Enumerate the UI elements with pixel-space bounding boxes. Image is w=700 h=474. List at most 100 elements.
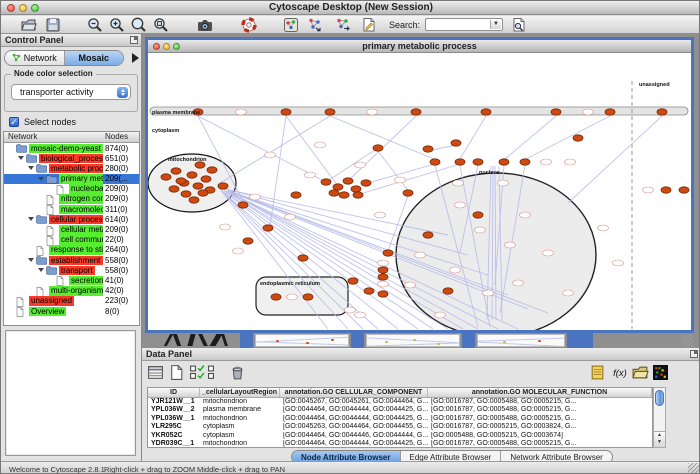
graph-node[interactable] xyxy=(520,159,530,165)
tree-row-multi-organism-pro[interactable]: multi-organism pro42(0) xyxy=(4,286,139,296)
create-network-icon[interactable] xyxy=(307,17,323,33)
tree-row-macromolecule[interactable]: macromolecule311(0) xyxy=(4,204,139,214)
graph-node[interactable] xyxy=(181,191,191,197)
graph-node[interactable] xyxy=(339,192,349,198)
graph-node[interactable] xyxy=(201,176,211,182)
select-nodes-checkbox[interactable]: ✓ Select nodes xyxy=(9,117,76,127)
graph-node[interactable] xyxy=(321,179,331,185)
attribute-table-header[interactable]: ID_cellularLayoutRegionannotation.GO CEL… xyxy=(148,388,652,398)
graph-node[interactable] xyxy=(189,197,199,203)
delete-attr-icon[interactable] xyxy=(229,364,246,381)
graph-node[interactable] xyxy=(481,109,491,115)
graph-node[interactable] xyxy=(333,184,343,190)
network-canvas[interactable]: plasma membranecytoplasmmitochondrionnuc… xyxy=(148,53,691,330)
tab-mosaic[interactable]: Mosaic xyxy=(64,51,124,65)
zoom-fit-icon[interactable] xyxy=(153,17,169,33)
chevron-down-icon[interactable]: ▼ xyxy=(490,20,501,29)
table-row[interactable]: YPL036W__1mitochondrion[GO:0044464, GO:0… xyxy=(148,415,652,423)
column-header-2[interactable]: annotation.GO CELLULAR_COMPONENT xyxy=(280,388,428,397)
scrollbar-thumb[interactable] xyxy=(655,390,664,406)
unselect-attrs-icon[interactable] xyxy=(207,364,224,381)
snapshot-icon[interactable] xyxy=(197,17,213,33)
node-color-attribute-select[interactable]: transporter activity xyxy=(11,84,131,100)
table-vertical-scrollbar[interactable]: ▲▼ xyxy=(653,387,666,448)
graph-node[interactable] xyxy=(243,238,253,244)
annotations-icon[interactable] xyxy=(361,17,377,33)
tree-row-nucleobase-[interactable]: nucleobase-209(0) xyxy=(4,184,139,194)
graph-node[interactable] xyxy=(198,190,208,196)
new-attr-icon[interactable] xyxy=(168,364,185,381)
graph-node[interactable] xyxy=(263,225,273,231)
graph-node[interactable] xyxy=(176,178,186,184)
graph-node[interactable] xyxy=(378,291,388,297)
table-row[interactable]: YJR121W__1mitochondrion[GO:0045267, GO:0… xyxy=(148,398,652,406)
graph-node[interactable] xyxy=(661,187,671,193)
matrix-icon[interactable] xyxy=(652,364,669,381)
tree-row-cell-communicat[interactable]: cell communicat22(0) xyxy=(4,235,139,245)
table-row[interactable]: YLR295Ccytoplasm[GO:0045263, GO:0044464,… xyxy=(148,423,652,431)
graph-node[interactable] xyxy=(325,109,335,115)
column-header-3[interactable]: annotation.GO MOLECULAR_FUNCTION xyxy=(428,388,652,397)
graph-node[interactable] xyxy=(171,168,181,174)
search-settings-icon[interactable] xyxy=(511,17,527,33)
graph-node[interactable] xyxy=(353,192,363,198)
graph-node[interactable] xyxy=(364,288,374,294)
graph-node[interactable] xyxy=(383,250,393,256)
network-overview-panel[interactable] xyxy=(5,330,136,456)
graph-node[interactable] xyxy=(679,187,689,193)
graph-node[interactable] xyxy=(193,183,203,189)
disclosure-triangle-icon[interactable] xyxy=(38,177,44,181)
graph-node[interactable] xyxy=(455,159,465,165)
tree-row-transport[interactable]: transport558(0) xyxy=(4,265,139,275)
graph-node[interactable] xyxy=(281,109,291,115)
float-panel-icon[interactable] xyxy=(130,36,138,44)
network-graph[interactable]: plasma membranecytoplasmmitochondrionnuc… xyxy=(148,53,691,330)
graph-node[interactable] xyxy=(329,190,339,196)
network-view-window[interactable]: primary metabolic process plasma membran… xyxy=(145,37,694,333)
graph-node[interactable] xyxy=(423,146,433,152)
graph-node[interactable] xyxy=(430,159,440,165)
graph-node[interactable] xyxy=(169,186,179,192)
tree-row-secretion[interactable]: secretion41(0) xyxy=(4,275,139,285)
graph-node[interactable] xyxy=(378,267,388,273)
graph-node[interactable] xyxy=(423,232,433,238)
graph-node[interactable] xyxy=(187,172,197,178)
app-resize-grip[interactable] xyxy=(688,463,700,474)
graph-node[interactable] xyxy=(291,192,301,198)
tree-row-metabolic-process[interactable]: metabolic process280(0) xyxy=(4,163,139,173)
disclosure-triangle-icon[interactable] xyxy=(38,268,44,272)
table-row[interactable]: YDR039C__1mitochondrion[GO:0044464, GO:0… xyxy=(148,440,652,448)
checkbox-checked-icon[interactable]: ✓ xyxy=(9,117,19,127)
disclosure-triangle-icon[interactable] xyxy=(28,258,34,262)
network-window-titlebar[interactable]: primary metabolic process xyxy=(148,40,691,53)
graph-node[interactable] xyxy=(378,274,388,280)
graph-node[interactable] xyxy=(657,109,667,115)
combo-stepper-icon[interactable] xyxy=(117,87,128,98)
table-row[interactable]: YKR052Ccytoplasm[GO:0044464, GO:0044446,… xyxy=(148,432,652,440)
zoom-in-icon[interactable] xyxy=(109,17,125,33)
zoom-selected-icon[interactable] xyxy=(131,17,147,33)
notepad-icon[interactable] xyxy=(589,364,606,381)
open-file-icon[interactable] xyxy=(21,17,37,33)
graph-node[interactable] xyxy=(373,145,383,151)
graph-node[interactable] xyxy=(298,255,308,261)
tab-overflow-arrow-icon[interactable] xyxy=(132,53,139,63)
zoom-out-icon[interactable] xyxy=(87,17,103,33)
graph-node[interactable] xyxy=(348,278,358,284)
float-panel-icon[interactable] xyxy=(690,350,698,358)
graph-node[interactable] xyxy=(343,178,353,184)
column-header-0[interactable]: ID xyxy=(148,388,200,397)
graph-node[interactable] xyxy=(411,109,421,115)
graph-node[interactable] xyxy=(361,180,371,186)
tree-row-nitrogen-compo[interactable]: nitrogen compo209(0) xyxy=(4,194,139,204)
graph-node[interactable] xyxy=(271,294,281,300)
tree-row-cellular-process[interactable]: cellular process614(0) xyxy=(4,214,139,224)
select-attrs-icon[interactable] xyxy=(189,364,206,381)
graph-node[interactable] xyxy=(403,190,413,196)
save-icon[interactable] xyxy=(45,17,61,33)
tree-row-cellular-metabol[interactable]: cellular metabol209(0) xyxy=(4,225,139,235)
graph-node[interactable] xyxy=(551,109,561,115)
disclosure-triangle-icon[interactable] xyxy=(28,217,34,221)
tree-row-biological-process[interactable]: biological_process651(0) xyxy=(4,153,139,163)
graph-node[interactable] xyxy=(161,174,171,180)
